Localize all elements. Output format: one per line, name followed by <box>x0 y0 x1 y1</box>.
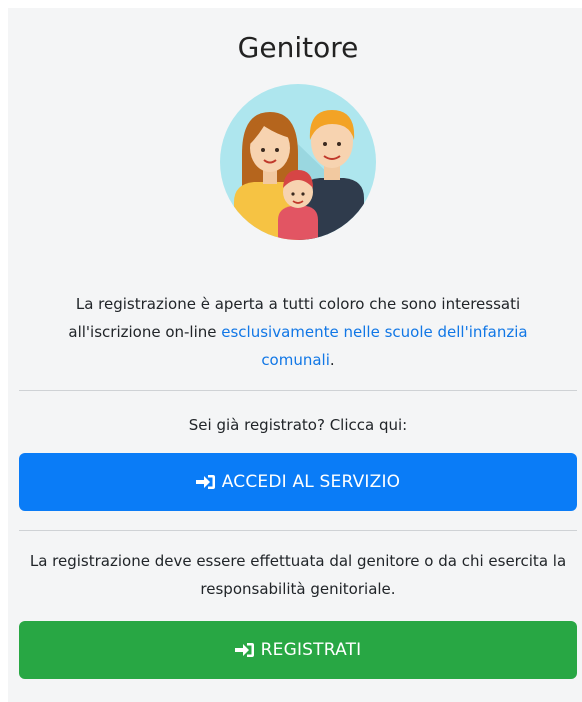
infant-schools-link[interactable]: esclusivamente nelle scuole dell'infanzi… <box>221 323 527 369</box>
login-button-label: ACCEDI AL SERVIZIO <box>221 472 401 492</box>
login-button[interactable]: ACCEDI AL SERVIZIO <box>19 453 577 511</box>
register-button[interactable]: REGISTRATI <box>19 621 577 679</box>
intro-text-after: . <box>329 351 335 369</box>
family-illustration <box>220 84 376 240</box>
parent-card: Genitore La registrazione è aperta a tut… <box>8 8 582 702</box>
intro-text: La registrazione è aperta a tutti coloro… <box>19 290 577 374</box>
family-illustration-wrap <box>19 84 577 240</box>
register-button-label: REGISTRATI <box>260 640 362 660</box>
sign-in-icon <box>195 475 215 489</box>
sign-in-icon <box>234 643 254 657</box>
register-note: La registrazione deve essere effettuata … <box>29 552 567 598</box>
login-prompt: Sei già registrato? Clicca qui: <box>188 416 408 434</box>
divider <box>19 390 577 391</box>
divider <box>19 530 577 531</box>
page-title: Genitore <box>237 31 359 64</box>
